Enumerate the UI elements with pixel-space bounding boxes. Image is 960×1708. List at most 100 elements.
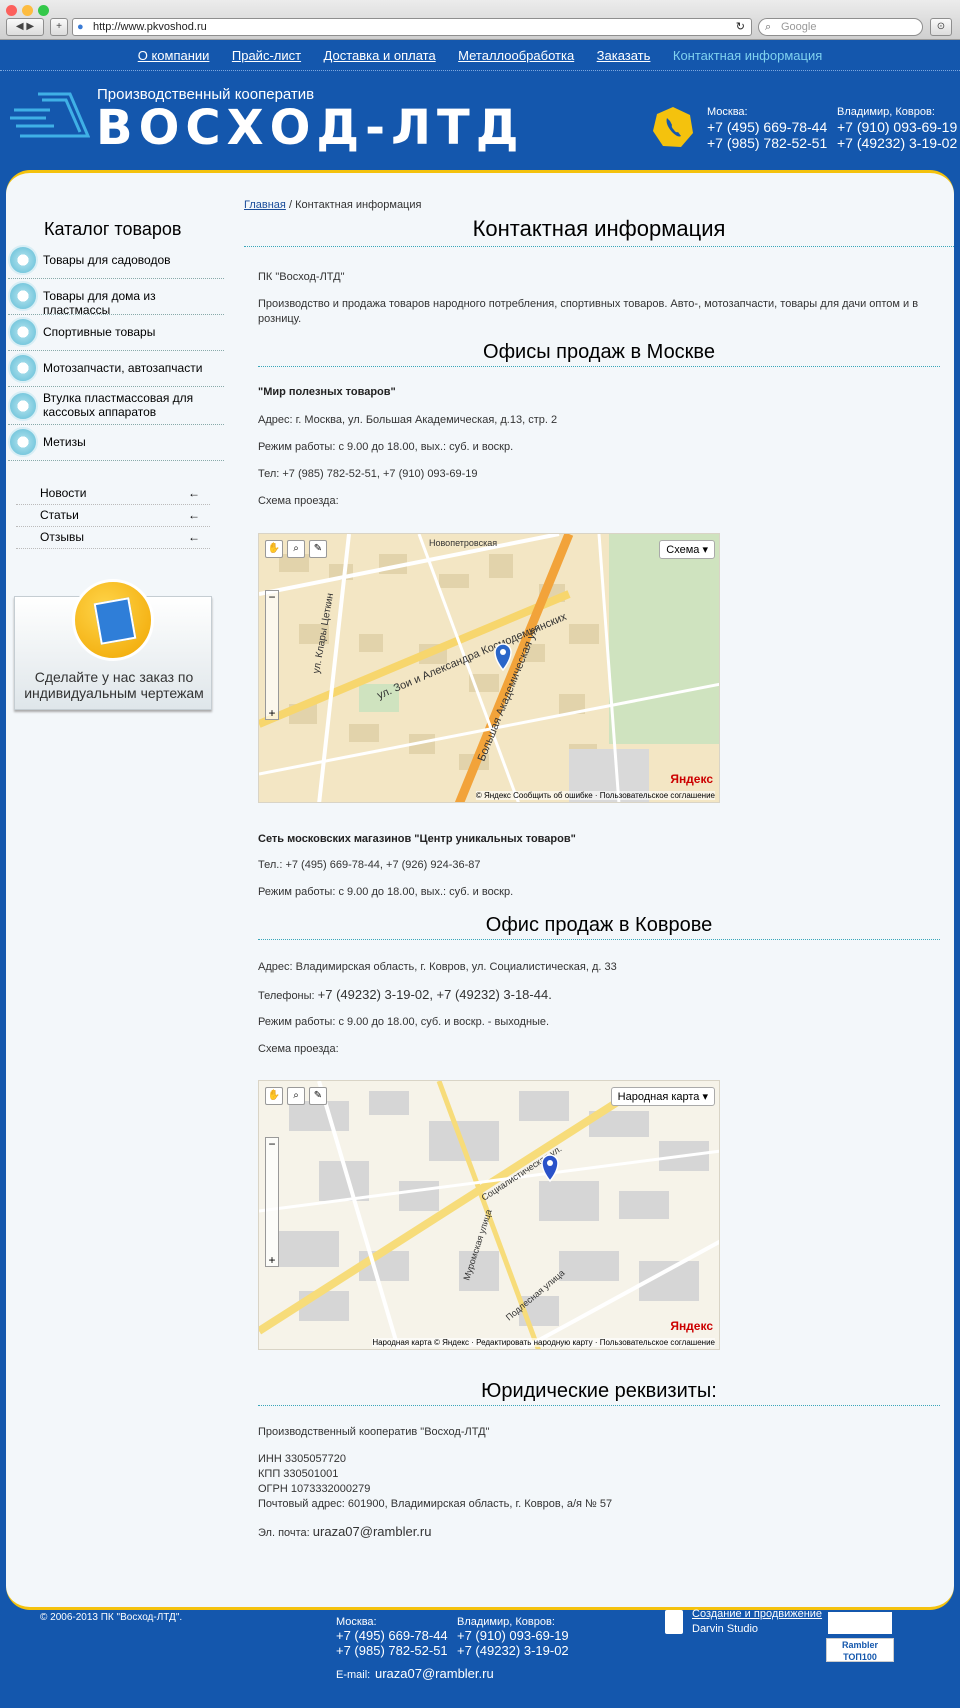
footer-vladimir-phone-1: +7 (910) 093-69-19 bbox=[457, 1628, 569, 1643]
custom-order-banner[interactable]: Сделайте у нас заказ по индивидуальным ч… bbox=[14, 579, 212, 710]
network-name: Сеть московских магазинов "Центр уникаль… bbox=[258, 833, 576, 845]
back-forward-buttons[interactable]: ◀ ▶ bbox=[6, 18, 44, 36]
zoom-tool-icon[interactable]: ⌕ bbox=[287, 540, 305, 558]
catalog-item-label: Метизы bbox=[43, 435, 86, 449]
ruler-icon[interactable]: ✎ bbox=[309, 540, 327, 558]
catalog-item-label: Товары для дома из пластмассы bbox=[43, 289, 156, 317]
catalog-item-garden[interactable]: Товары для садоводов bbox=[8, 243, 224, 279]
search-icon: ⌕ bbox=[765, 21, 772, 33]
arrow-left-icon: ← bbox=[188, 508, 200, 522]
breadcrumb: Главная / Контактная информация bbox=[244, 199, 421, 211]
catalog-item-sport[interactable]: Спортивные товары bbox=[8, 315, 224, 351]
moscow-hours: Режим работы: с 9.00 до 18.00, вых.: суб… bbox=[258, 441, 514, 453]
catalog-item-hardware[interactable]: Метизы bbox=[8, 425, 224, 461]
footer-moscow-phone-1: +7 (495) 669-78-44 bbox=[336, 1628, 448, 1643]
vladimir-phone-1: +7 (910) 093-69-19 bbox=[837, 119, 958, 135]
street-label: Новопетровская bbox=[429, 538, 497, 548]
new-tab-button[interactable]: + bbox=[50, 18, 68, 36]
blueprint-icon bbox=[72, 579, 154, 661]
url-text: http://www.pkvoshod.ru bbox=[93, 21, 207, 33]
catalog-item-bushing[interactable]: Втулка пластмассовая для кассовых аппара… bbox=[8, 387, 224, 425]
kovrov-map[interactable]: Социалистическая ул. Муромская улица Под… bbox=[258, 1080, 720, 1350]
nav-price-list[interactable]: Прайс-лист bbox=[232, 41, 301, 71]
search-placeholder: Google bbox=[781, 21, 817, 33]
yandex-logo: Яндекс bbox=[670, 772, 713, 786]
bucket-icon bbox=[8, 281, 38, 311]
search-input[interactable]: ⌕ Google bbox=[758, 18, 923, 36]
rambler-top100-badge[interactable]: Rambler ТОП100 bbox=[826, 1638, 894, 1662]
catalog-item-moto[interactable]: Мотозапчасти, автозапчасти bbox=[8, 351, 224, 387]
sidebar-link-label: Новости bbox=[40, 486, 87, 500]
zoom-out-icon[interactable]: − bbox=[266, 591, 278, 603]
logo-icon bbox=[10, 92, 90, 138]
screw-icon bbox=[8, 427, 38, 457]
hand-tool-icon[interactable]: ✋ bbox=[265, 540, 283, 558]
sidebar-link-articles[interactable]: Статьи ← bbox=[16, 505, 210, 527]
catalog-item-label: Товары для садоводов bbox=[43, 253, 171, 267]
legal-email[interactable]: uraza07@rambler.ru bbox=[313, 1524, 432, 1539]
yandex-logo: Яндекс bbox=[670, 1319, 713, 1333]
zoom-slider[interactable]: − + bbox=[265, 1137, 279, 1267]
zoom-slider[interactable]: − + bbox=[265, 590, 279, 720]
kovrov-heading: Офис продаж в Коврове bbox=[258, 914, 940, 940]
breadcrumb-separator: / bbox=[288, 199, 292, 211]
zoom-in-icon[interactable]: + bbox=[266, 1254, 278, 1266]
catalog-title: Каталог товаров bbox=[44, 219, 182, 239]
address-bar[interactable]: ● http://www.pkvoshod.ru ↻ bbox=[72, 18, 752, 36]
maximize-window-icon[interactable] bbox=[38, 5, 49, 16]
nav-divider bbox=[0, 70, 960, 71]
nav-contacts[interactable]: Контактная информация bbox=[673, 41, 822, 71]
map-copyright[interactable]: © Яндекс Сообщить об ошибке · Пользовате… bbox=[475, 791, 715, 800]
kovrov-phones: +7 (49232) 3-19-02, +7 (49232) 3-18-44. bbox=[317, 987, 552, 1002]
network-hours: Режим работы: с 9.00 до 18.00, вых.: суб… bbox=[258, 886, 514, 898]
footer-moscow-label: Москва: bbox=[336, 1616, 377, 1628]
map-type-select[interactable]: Народная карта ▾ bbox=[610, 1087, 715, 1106]
footer-email-label: E-mail: bbox=[336, 1669, 371, 1681]
footer-dev-link[interactable]: Создание и продвижение bbox=[692, 1608, 822, 1620]
catalog-item-plastic[interactable]: Товары для дома из пластмассы bbox=[8, 279, 224, 317]
ruler-icon[interactable]: ✎ bbox=[309, 1087, 327, 1105]
zoom-in-icon[interactable]: + bbox=[266, 707, 278, 719]
counter-badge-icon[interactable] bbox=[828, 1612, 892, 1634]
sidebar-link-reviews[interactable]: Отзывы ← bbox=[16, 527, 210, 549]
moscow-phone-1: +7 (495) 669-78-44 bbox=[707, 119, 828, 135]
reload-icon[interactable]: ↻ bbox=[736, 19, 745, 35]
nav-delivery[interactable]: Доставка и оплата bbox=[324, 41, 436, 71]
breadcrumb-home[interactable]: Главная bbox=[244, 199, 286, 211]
logo-title[interactable]: ВОСХОД-ЛТД bbox=[96, 100, 524, 156]
footer-vladimir-label: Владимир, Ковров: bbox=[457, 1616, 555, 1628]
zoom-tool-icon[interactable]: ⌕ bbox=[287, 1087, 305, 1105]
minimize-window-icon[interactable] bbox=[22, 5, 33, 16]
kovrov-phones-label: Телефоны: bbox=[258, 990, 318, 1002]
legal-postal: Почтовый адрес: 601900, Владимирская обл… bbox=[258, 1498, 613, 1510]
bat-icon bbox=[8, 317, 38, 347]
sidebar-link-label: Отзывы bbox=[40, 530, 84, 544]
close-window-icon[interactable] bbox=[6, 5, 17, 16]
map-type-select[interactable]: Схема ▾ bbox=[659, 540, 715, 559]
arrow-left-icon: ← bbox=[188, 486, 200, 500]
arrow-left-icon: ← bbox=[188, 530, 200, 544]
darvin-logo-icon bbox=[665, 1610, 683, 1634]
map-copyright[interactable]: Народная карта © Яндекс · Редактировать … bbox=[372, 1338, 715, 1347]
moscow-scheme-label: Схема проезда: bbox=[258, 495, 339, 507]
footer-dev-name: Darvin Studio bbox=[692, 1623, 759, 1635]
moscow-address: Адрес: г. Москва, ул. Большая Академичес… bbox=[258, 414, 558, 426]
moscow-phone-2: +7 (985) 782-52-51 bbox=[707, 135, 828, 151]
legal-email-label: Эл. почта: bbox=[258, 1527, 313, 1539]
footer-email[interactable]: uraza07@rambler.ru bbox=[375, 1666, 494, 1681]
garden-icon bbox=[8, 245, 38, 275]
legal-ogrn: ОГРН 1073332000279 bbox=[258, 1483, 371, 1495]
nav-about[interactable]: О компании bbox=[138, 41, 210, 71]
kovrov-address: Адрес: Владимирская область, г. Ковров, … bbox=[258, 961, 617, 973]
zoom-out-icon[interactable]: − bbox=[266, 1138, 278, 1150]
footer-vladimir-phone-2: +7 (49232) 3-19-02 bbox=[457, 1643, 569, 1658]
nav-order[interactable]: Заказать bbox=[597, 41, 651, 71]
moscow-map[interactable]: ул. Зои и Александра Космодемьянских Бол… bbox=[258, 533, 720, 803]
hand-tool-icon[interactable]: ✋ bbox=[265, 1087, 283, 1105]
sidebar-link-news[interactable]: Новости ← bbox=[16, 483, 210, 505]
wheel-icon bbox=[8, 353, 38, 383]
downloads-button[interactable]: ⊙ bbox=[930, 18, 952, 36]
kovrov-scheme-label: Схема проезда: bbox=[258, 1043, 339, 1055]
nav-metalwork[interactable]: Металлообработка bbox=[458, 41, 574, 71]
bushing-icon bbox=[8, 391, 38, 421]
